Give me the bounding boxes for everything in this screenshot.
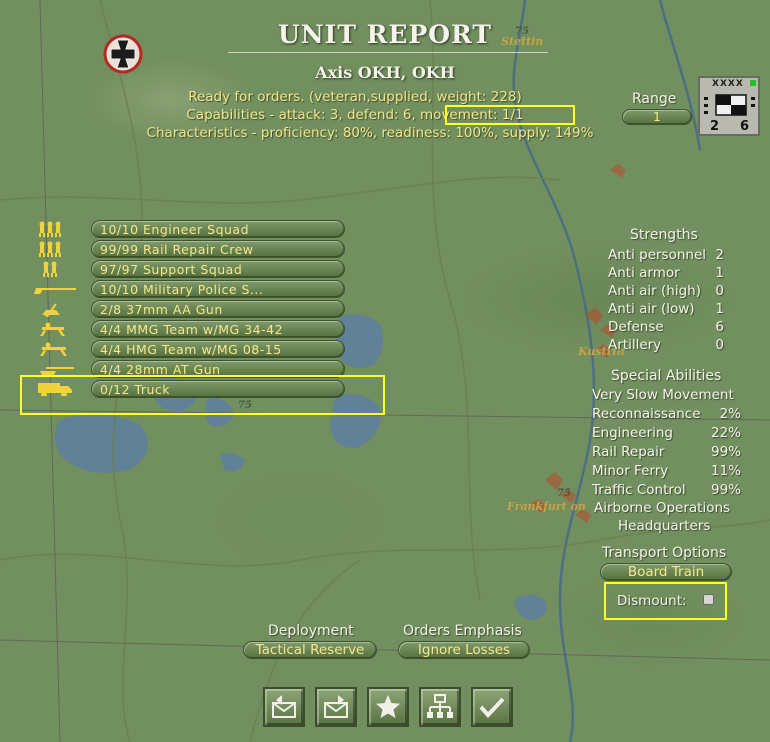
org-chart-icon [427,694,453,718]
strength-value: 0 [715,337,724,353]
deployment-button[interactable]: Tactical Reserve [243,641,377,659]
component-row[interactable]: 10/10 Military Police S... [91,280,345,298]
component-row[interactable]: 2/8 37mm AA Gun [91,300,345,318]
component-row[interactable]: 4/4 HMG Team w/MG 08-15 [91,340,345,358]
map-label-frankfurt: Frankfurt on [507,500,586,513]
counter-hq-symbol-icon [704,94,755,116]
board-train-button[interactable]: Board Train [600,563,732,581]
ability-value: 2% [719,406,741,422]
ability-label: Reconnaissance [592,406,701,422]
ability-value: 99% [710,482,741,498]
range-value-field[interactable]: 1 [622,109,692,125]
star-icon [376,695,400,718]
ability-label: Engineering [592,425,673,441]
ability-value: 22% [710,425,741,441]
component-label: 4/4 HMG Team w/MG 08-15 [100,342,282,357]
ability-label: Very Slow Movement [592,387,734,403]
strength-label: Anti armor [608,265,680,281]
unit-name: Axis OKH, OKH [315,63,455,82]
component-label: 2/8 37mm AA Gun [100,302,223,317]
strengths-header: Strengths [630,227,698,243]
transport-header: Transport Options [602,545,727,561]
strength-value: 1 [715,301,724,317]
infantry-squad-icon [39,221,61,237]
component-label: 99/99 Rail Repair Crew [100,242,254,257]
counter-size: XXXX [712,79,744,89]
strength-label: Defense [608,319,664,335]
strength-label: Anti air (high) [608,283,701,299]
ability-label: Traffic Control [592,482,686,498]
component-label: 97/97 Support Squad [100,262,243,277]
deployment-value: Tactical Reserve [255,642,365,658]
status-line: Ready for orders. (veteran,supplied, wei… [188,89,522,105]
machine-gun-icon [40,342,67,356]
machine-gun-icon [40,322,65,336]
component-row[interactable]: 4/4 MMG Team w/MG 34-42 [91,320,345,338]
ability-label: Rail Repair [592,444,665,460]
unit-report-window: Stettin 75 Kustrin Frankfurt on 75 75 UN… [0,0,770,742]
ability-value: 99% [710,444,741,460]
envelope-forward-icon [324,695,348,718]
component-row[interactable]: 97/97 Support Squad [91,260,345,278]
orders-emphasis-value: Ignore Losses [417,642,511,658]
strength-value: 6 [715,319,724,335]
rifle-icon [34,288,76,294]
strength-label: Anti air (low) [608,301,695,317]
ok-button[interactable] [471,687,513,727]
counter-status-dot [750,80,756,86]
deployment-label: Deployment [268,623,354,639]
hierarchy-button[interactable] [419,687,461,727]
checkmark-icon [479,697,505,718]
component-row[interactable]: 10/10 Engineer Squad [91,220,345,238]
map-hex-number-2: 75 [557,488,571,499]
next-unit-button[interactable] [315,687,357,727]
strength-value: 0 [715,283,724,299]
characteristics-line: Characteristics - proficiency: 80%, read… [146,125,594,141]
ability-label: Headquarters [618,518,711,534]
dismount-highlight [604,582,727,620]
unit-counter[interactable]: XXXX 2 6 [698,76,760,136]
aa-gun-icon [42,303,60,317]
infantry-squad-icon [43,261,57,277]
strength-value: 2 [715,247,724,263]
strength-value: 1 [715,265,724,281]
strength-label: Anti personnel [608,247,707,263]
envelope-back-icon [272,695,296,718]
board-train-label: Board Train [627,564,705,580]
counter-defense: 6 [740,119,750,134]
ability-label: Airborne Operations [594,500,731,516]
movement-highlight [445,105,575,125]
component-label: 10/10 Engineer Squad [100,222,250,237]
orders-emphasis-label: Orders Emphasis [403,623,522,639]
range-value: 1 [653,110,661,124]
ability-label: Minor Ferry [592,463,669,479]
ability-value: 11% [710,463,741,479]
title-divider [228,52,548,53]
previous-unit-button[interactable] [263,687,305,727]
counter-attack: 2 [710,119,720,134]
component-label: 4/4 MMG Team w/MG 34-42 [100,322,284,337]
strength-label: Artillery [608,337,662,353]
infantry-squad-icon [39,241,61,257]
truck-highlight [20,375,385,415]
component-label: 10/10 Military Police S... [100,282,264,297]
abilities-header: Special Abilities [611,368,722,384]
range-label: Range [632,91,677,107]
favorite-button[interactable] [367,687,409,727]
orders-emphasis-button[interactable]: Ignore Losses [398,641,530,659]
component-row[interactable]: 99/99 Rail Repair Crew [91,240,345,258]
page-title: UNIT REPORT [277,20,492,49]
